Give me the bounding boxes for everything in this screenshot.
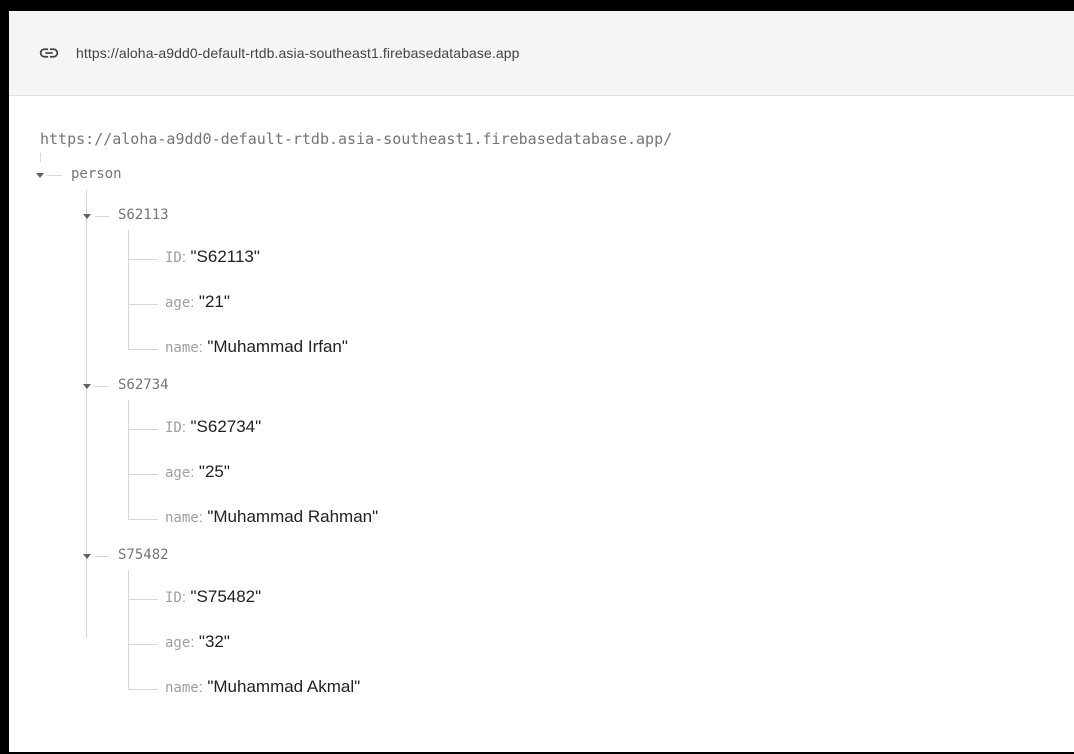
- field-value: "S75482": [190, 587, 262, 606]
- tree-line: [128, 519, 158, 520]
- field-key: age: [165, 465, 191, 481]
- field-row[interactable]: ID: "S62113": [165, 247, 260, 267]
- tree-line: [40, 153, 41, 162]
- field-value: "S62113": [190, 247, 260, 266]
- field-row[interactable]: age: "25": [165, 462, 230, 482]
- collapse-caret-icon[interactable]: [83, 214, 91, 219]
- tree-line: [95, 386, 109, 387]
- field-row[interactable]: name: "Muhammad Rahman": [165, 507, 378, 527]
- field-row[interactable]: ID: "S75482": [165, 587, 261, 607]
- database-panel: https://aloha-a9dd0-default-rtdb.asia-so…: [9, 11, 1074, 752]
- field-value: "25": [198, 462, 230, 481]
- field-key: name: [165, 510, 199, 526]
- tree-line: [95, 216, 109, 217]
- collapse-caret-icon[interactable]: [36, 173, 44, 178]
- data-tree: https://aloha-a9dd0-default-rtdb.asia-so…: [9, 96, 1074, 752]
- field-key: name: [165, 680, 199, 696]
- field-row[interactable]: name: "Muhammad Irfan": [165, 337, 348, 357]
- tree-line: [128, 570, 129, 690]
- field-value: "Muhammad Akmal": [207, 677, 361, 696]
- tree-line: [128, 230, 129, 350]
- url-bar: https://aloha-a9dd0-default-rtdb.asia-so…: [9, 11, 1074, 96]
- node-key-record[interactable]: S75482: [118, 547, 169, 563]
- field-value: "Muhammad Rahman": [207, 507, 379, 526]
- tree-line: [86, 190, 87, 638]
- collapse-caret-icon[interactable]: [83, 554, 91, 559]
- field-key: age: [165, 635, 191, 651]
- node-key-person[interactable]: person: [71, 166, 122, 182]
- tree-line: [95, 556, 109, 557]
- tree-line: [128, 644, 158, 645]
- field-value: "Muhammad Irfan": [207, 337, 348, 356]
- tree-line: [128, 304, 158, 305]
- field-value: "32": [198, 632, 230, 651]
- field-value: "S62734": [190, 417, 262, 436]
- database-url[interactable]: https://aloha-a9dd0-default-rtdb.asia-so…: [76, 45, 520, 61]
- field-key: ID: [165, 590, 182, 606]
- node-key-record[interactable]: S62113: [118, 207, 169, 223]
- link-icon[interactable]: [38, 42, 60, 64]
- collapse-caret-icon[interactable]: [83, 384, 91, 389]
- field-row[interactable]: age: "21": [165, 292, 230, 312]
- tree-line: [128, 599, 158, 600]
- tree-line: [128, 429, 158, 430]
- tree-line: [47, 175, 62, 176]
- field-key: ID: [165, 250, 182, 266]
- field-value: "21": [198, 292, 230, 311]
- tree-line: [128, 474, 158, 475]
- tree-line: [128, 259, 158, 260]
- field-row[interactable]: age: "32": [165, 632, 230, 652]
- root-url[interactable]: https://aloha-a9dd0-default-rtdb.asia-so…: [40, 130, 672, 148]
- field-key: age: [165, 295, 191, 311]
- field-key: name: [165, 340, 199, 356]
- field-key: ID: [165, 420, 182, 436]
- tree-line: [128, 689, 158, 690]
- field-row[interactable]: name: "Muhammad Akmal": [165, 677, 360, 697]
- field-row[interactable]: ID: "S62734": [165, 417, 261, 437]
- tree-line: [128, 400, 129, 520]
- tree-line: [128, 349, 158, 350]
- node-key-record[interactable]: S62734: [118, 377, 169, 393]
